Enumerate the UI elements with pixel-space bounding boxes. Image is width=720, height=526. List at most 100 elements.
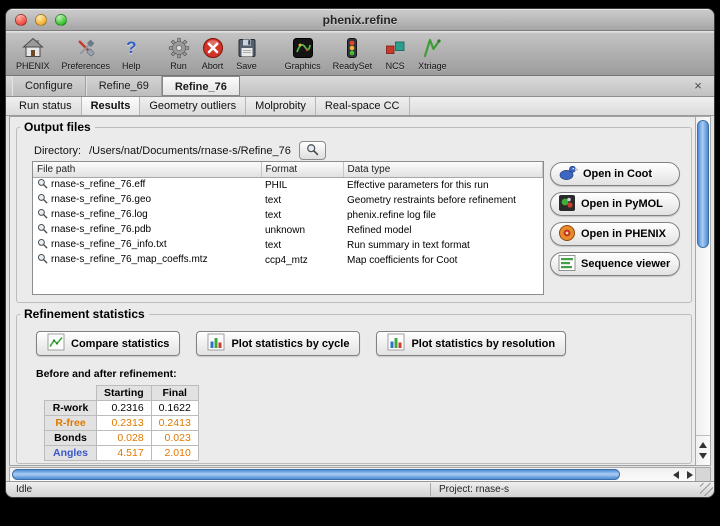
column-header-format[interactable]: Format bbox=[261, 162, 343, 178]
toolbar-button-preferences[interactable]: Preferences bbox=[56, 32, 117, 75]
bar-chart-icon bbox=[387, 333, 405, 354]
main-tab-bar: Configure Refine_69 Refine_76 × bbox=[6, 76, 714, 97]
zoom-window-button[interactable] bbox=[55, 14, 67, 26]
plot-by-cycle-button[interactable]: Plot statistics by cycle bbox=[196, 331, 360, 356]
run-gear-icon bbox=[168, 37, 190, 60]
magnifier-icon bbox=[37, 223, 48, 238]
button-label: Open in Coot bbox=[583, 168, 652, 180]
toolbar-button-save[interactable]: Save bbox=[230, 32, 264, 75]
before-after-caption: Before and after refinement: bbox=[36, 368, 177, 380]
tab-refine-76[interactable]: Refine_76 bbox=[162, 76, 240, 96]
sub-tab-bar: Run status Results Geometry outliers Mol… bbox=[6, 97, 714, 116]
file-type: Geometry restraints before refinement bbox=[343, 193, 543, 208]
toolbar-label-readyset: ReadySet bbox=[333, 61, 373, 71]
plot-by-resolution-button[interactable]: Plot statistics by resolution bbox=[376, 331, 566, 356]
scroll-right-arrow-icon[interactable] bbox=[687, 471, 693, 479]
stat-starting-value: 0.2313 bbox=[97, 416, 152, 431]
file-type: Map coefficients for Coot bbox=[343, 253, 543, 268]
magnifier-icon bbox=[37, 178, 48, 193]
subtab-geometry-outliers[interactable]: Geometry outliers bbox=[140, 97, 246, 115]
resize-grip[interactable] bbox=[700, 483, 713, 496]
file-name: rnase-s_refine_76.log bbox=[51, 209, 148, 220]
scroll-left-arrow-icon[interactable] bbox=[673, 471, 679, 479]
file-type: Effective parameters for this run bbox=[343, 178, 543, 194]
table-row[interactable]: rnase-s_refine_76.pdb unknown Refined mo… bbox=[33, 223, 543, 238]
title-bar[interactable]: phenix.refine bbox=[6, 9, 714, 31]
file-format: text bbox=[261, 208, 343, 223]
stat-starting-value: 0.2316 bbox=[97, 401, 152, 416]
close-tab-icon[interactable]: × bbox=[691, 79, 705, 94]
phenix-home-icon bbox=[22, 37, 44, 60]
table-row[interactable]: rnase-s_refine_76_info.txt text Run summ… bbox=[33, 238, 543, 253]
table-row[interactable]: rnase-s_refine_76.geo text Geometry rest… bbox=[33, 193, 543, 208]
sequence-viewer-icon bbox=[558, 254, 576, 275]
toolbar-label-save: Save bbox=[236, 61, 257, 71]
horizontal-scrollbar-thumb[interactable] bbox=[12, 469, 620, 480]
vertical-scrollbar[interactable] bbox=[695, 116, 711, 466]
table-row[interactable]: rnase-s_refine_76_map_coeffs.mtz ccp4_mt… bbox=[33, 253, 543, 268]
minimize-window-button[interactable] bbox=[35, 14, 47, 26]
stats-column-final: Final bbox=[151, 386, 198, 401]
button-label: Open in PHENIX bbox=[581, 228, 666, 240]
vertical-scrollbar-thumb[interactable] bbox=[697, 120, 709, 248]
toolbar-label-preferences: Preferences bbox=[62, 61, 111, 71]
magnifier-icon bbox=[306, 143, 319, 159]
status-text: Idle bbox=[16, 484, 32, 495]
toolbar-label-phenix: PHENIX bbox=[16, 61, 50, 71]
subtab-molprobity[interactable]: Molprobity bbox=[246, 97, 316, 115]
output-files-heading: Output files bbox=[20, 120, 95, 134]
file-type: phenix.refine log file bbox=[343, 208, 543, 223]
close-window-button[interactable] bbox=[15, 14, 27, 26]
open-in-pymol-button[interactable]: Open in PyMOL bbox=[550, 192, 680, 216]
toolbar-button-xtriage[interactable]: Xtriage bbox=[412, 32, 453, 75]
horizontal-scrollbar[interactable] bbox=[9, 467, 697, 482]
results-panel: Output files Directory: /Users/nat/Docum… bbox=[9, 116, 697, 466]
column-header-file-path[interactable]: File path bbox=[33, 162, 261, 178]
toolbar-button-help[interactable]: ? Help bbox=[116, 32, 147, 75]
column-header-data-type[interactable]: Data type bbox=[343, 162, 543, 178]
subtab-results[interactable]: Results bbox=[82, 97, 141, 115]
directory-path: /Users/nat/Documents/rnase-s/Refine_76 bbox=[89, 145, 291, 157]
stat-label: R-work bbox=[45, 401, 97, 416]
scroll-down-arrow-icon[interactable] bbox=[699, 453, 707, 459]
open-actions: Open in Coot Open in PyMOL Open in PHENI… bbox=[550, 162, 680, 276]
directory-row: Directory: /Users/nat/Documents/rnase-s/… bbox=[34, 141, 326, 160]
output-files-table: File path Format Data type rnase-s_refin… bbox=[33, 162, 543, 268]
output-files-table-container: File path Format Data type rnase-s_refin… bbox=[32, 161, 544, 295]
file-format: unknown bbox=[261, 223, 343, 238]
table-header-row: File path Format Data type bbox=[33, 162, 543, 178]
magnifier-icon bbox=[37, 238, 48, 253]
button-label: Plot statistics by cycle bbox=[231, 338, 349, 350]
file-name: rnase-s_refine_76_info.txt bbox=[51, 239, 167, 250]
stat-label: Angles bbox=[45, 446, 97, 461]
file-format: text bbox=[261, 193, 343, 208]
subtab-real-space-cc[interactable]: Real-space CC bbox=[316, 97, 410, 115]
toolbar-button-ncs[interactable]: NCS bbox=[378, 32, 412, 75]
toolbar-button-phenix[interactable]: PHENIX bbox=[10, 32, 56, 75]
toolbar-button-run[interactable]: Run bbox=[162, 32, 196, 75]
toolbar-button-graphics[interactable]: Graphics bbox=[279, 32, 327, 75]
compare-statistics-button[interactable]: Compare statistics bbox=[36, 331, 180, 356]
file-format: PHIL bbox=[261, 178, 343, 194]
stat-final-value: 2.010 bbox=[151, 446, 198, 461]
magnifier-icon bbox=[37, 208, 48, 223]
tab-configure[interactable]: Configure bbox=[12, 76, 86, 96]
readyset-traffic-light-icon bbox=[341, 37, 363, 60]
sequence-viewer-button[interactable]: Sequence viewer bbox=[550, 252, 680, 276]
toolbar-label-xtriage: Xtriage bbox=[418, 61, 447, 71]
magnifier-icon bbox=[37, 193, 48, 208]
toolbar-separator bbox=[264, 32, 279, 75]
toolbar-label-abort: Abort bbox=[202, 61, 224, 71]
help-glyph: ? bbox=[126, 38, 136, 58]
table-row[interactable]: rnase-s_refine_76.log text phenix.refine… bbox=[33, 208, 543, 223]
open-in-coot-button[interactable]: Open in Coot bbox=[550, 162, 680, 186]
tab-refine-69[interactable]: Refine_69 bbox=[86, 76, 162, 96]
subtab-run-status[interactable]: Run status bbox=[10, 97, 82, 115]
button-label: Sequence viewer bbox=[581, 258, 670, 270]
table-row[interactable]: rnase-s_refine_76.eff PHIL Effective par… bbox=[33, 178, 543, 194]
browse-directory-button[interactable] bbox=[299, 141, 326, 160]
open-in-phenix-button[interactable]: Open in PHENIX bbox=[550, 222, 680, 246]
scroll-up-arrow-icon[interactable] bbox=[699, 442, 707, 448]
toolbar-button-readyset[interactable]: ReadySet bbox=[327, 32, 379, 75]
toolbar-button-abort[interactable]: Abort bbox=[196, 32, 230, 75]
